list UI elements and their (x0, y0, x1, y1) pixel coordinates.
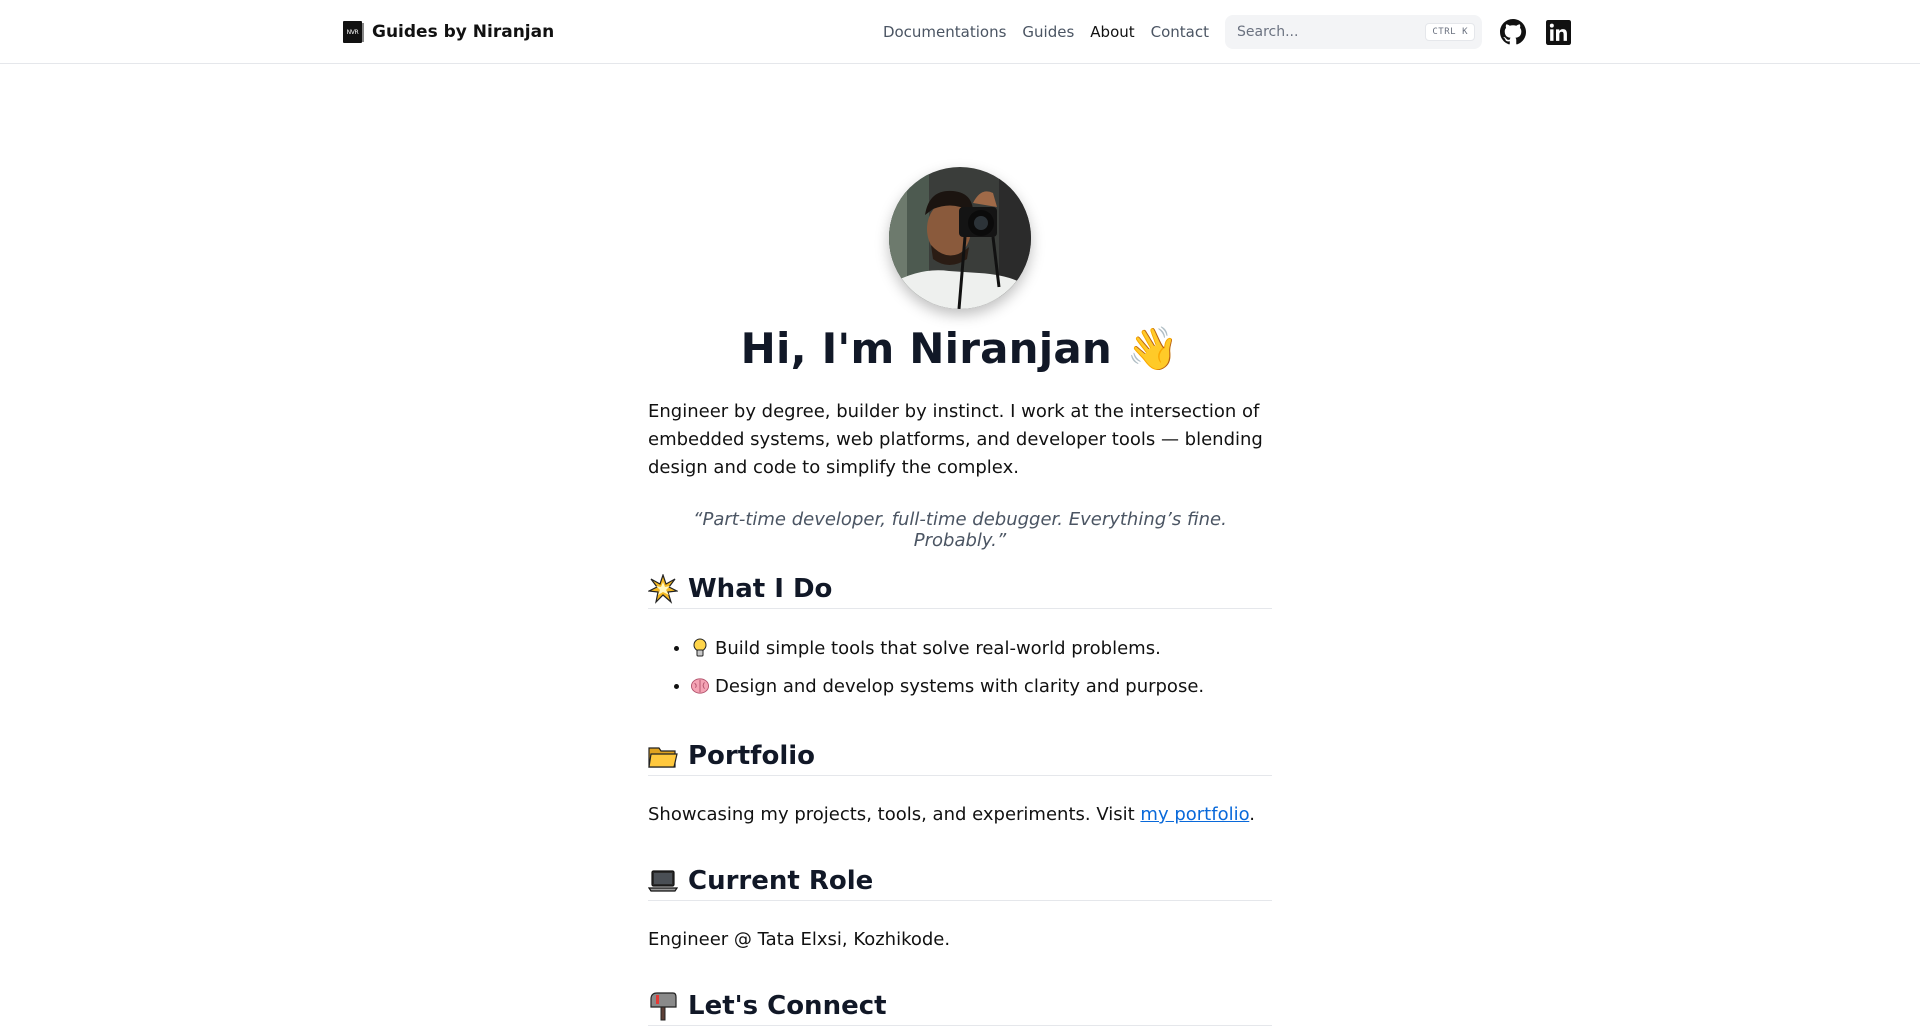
nav-link-contact[interactable]: Contact (1151, 23, 1209, 41)
intro-paragraph: Engineer by degree, builder by instinct.… (648, 401, 1263, 478)
section-title: Current Role (688, 865, 874, 896)
profile-photo (889, 167, 1031, 309)
mailbox-icon (648, 991, 678, 1021)
list-item: Design and develop systems with clarity … (672, 667, 1272, 705)
nav-links: Documentations Guides About Contact (883, 23, 1209, 41)
github-icon (1500, 19, 1526, 45)
nav-link-guides[interactable]: Guides (1022, 23, 1074, 41)
portfolio-paragraph: Showcasing my projects, tools, and exper… (648, 804, 1272, 825)
current-role-text: Engineer @ Tata Elxsi, Kozhikode. (648, 929, 951, 950)
brand-logo: NVR (343, 21, 364, 43)
search-input[interactable] (1237, 24, 1426, 40)
nav-link-documentations[interactable]: Documentations (883, 23, 1006, 41)
section-title: Let's Connect (688, 990, 887, 1021)
page-title: Hi, I'm Niranjan 👋 (740, 324, 1180, 373)
github-link[interactable] (1500, 19, 1526, 45)
collision-icon (648, 573, 678, 604)
list-item-text: Design and develop systems with clarity … (715, 675, 1205, 697)
navbar-inner: NVR Guides by Niranjan Documentations Gu… (343, 0, 1571, 64)
list-item-text: Build simple tools that solve real-world… (715, 637, 1161, 659)
brand-name: Guides by Niranjan (372, 22, 555, 42)
section-title: Portfolio (688, 740, 816, 771)
portfolio-text: Showcasing my projects, tools, and exper… (648, 804, 1141, 825)
portfolio-text-end: . (1249, 804, 1256, 825)
laptop-icon (648, 866, 678, 896)
avatar (889, 167, 1031, 309)
linkedin-icon (1546, 19, 1571, 45)
shortcut-modifier: CTRL (1432, 27, 1457, 37)
list-item: Build simple tools that solve real-world… (672, 629, 1272, 667)
section-title: What I Do (688, 573, 833, 604)
section-heading-portfolio: Portfolio (648, 736, 1272, 776)
portfolio-link[interactable]: my portfolio (1140, 804, 1249, 825)
section-heading-current-role: Current Role (648, 861, 1272, 901)
linkedin-link[interactable] (1546, 19, 1571, 45)
nav-link-about[interactable]: About (1090, 23, 1134, 41)
brand-home-link[interactable]: NVR Guides by Niranjan (343, 21, 554, 43)
social-links (1500, 19, 1571, 45)
lightbulb-icon (691, 637, 709, 659)
search-shortcut-hint: CTRL K (1425, 23, 1475, 41)
tagline-quote: “Part-time developer, full-time debugger… (693, 509, 1227, 551)
top-navbar: NVR Guides by Niranjan Documentations Gu… (0, 0, 1920, 64)
folder-icon (648, 741, 678, 771)
search-box[interactable]: CTRL K (1225, 15, 1482, 49)
section-heading-what-i-do: What I Do (648, 569, 1272, 609)
what-i-do-list: Build simple tools that solve real-world… (672, 629, 1272, 705)
brain-icon (691, 675, 709, 697)
shortcut-key: K (1462, 27, 1468, 37)
section-heading-connect: Let's Connect (648, 986, 1272, 1026)
